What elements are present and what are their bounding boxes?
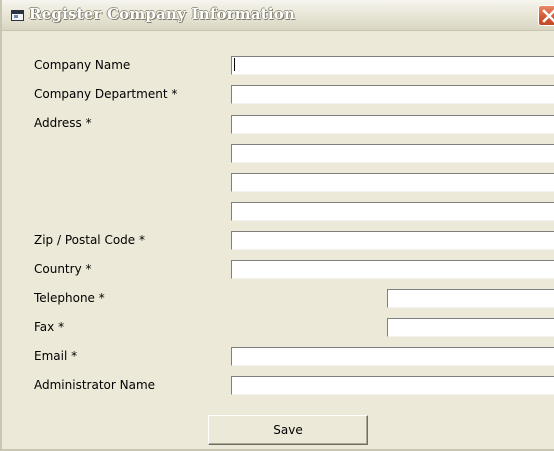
close-button[interactable] — [538, 5, 554, 26]
title-bar[interactable]: Register Company Information — [2, 0, 554, 31]
window-app-icon — [11, 10, 24, 21]
window-title: Register Company Information — [29, 5, 296, 23]
email-label: Email * — [34, 349, 78, 363]
text-caret — [234, 58, 235, 71]
address-line-4-input[interactable] — [231, 202, 554, 221]
zip-input[interactable] — [231, 231, 554, 250]
company-department-input[interactable] — [231, 85, 554, 104]
address-line-3-input[interactable] — [231, 173, 554, 192]
address-label: Address * — [34, 116, 92, 130]
country-input[interactable] — [231, 260, 554, 279]
register-company-window: Register Company Information Company Nam… — [0, 0, 554, 451]
email-input[interactable] — [231, 347, 554, 366]
company-department-label: Company Department * — [34, 87, 178, 101]
telephone-label: Telephone * — [34, 291, 105, 305]
country-label: Country * — [34, 262, 92, 276]
company-name-label: Company Name — [34, 58, 131, 72]
telephone-input[interactable] — [387, 289, 554, 308]
fax-label: Fax * — [34, 320, 65, 334]
address-line-2-input[interactable] — [231, 144, 554, 163]
zip-label: Zip / Postal Code * — [34, 233, 145, 247]
fax-input[interactable] — [387, 318, 554, 337]
company-name-input[interactable] — [231, 56, 554, 75]
save-button[interactable]: Save — [208, 415, 368, 445]
administrator-name-input[interactable] — [231, 376, 554, 395]
close-icon — [542, 9, 554, 23]
administrator-name-label: Administrator Name — [34, 378, 156, 392]
address-line-1-input[interactable] — [231, 115, 554, 134]
